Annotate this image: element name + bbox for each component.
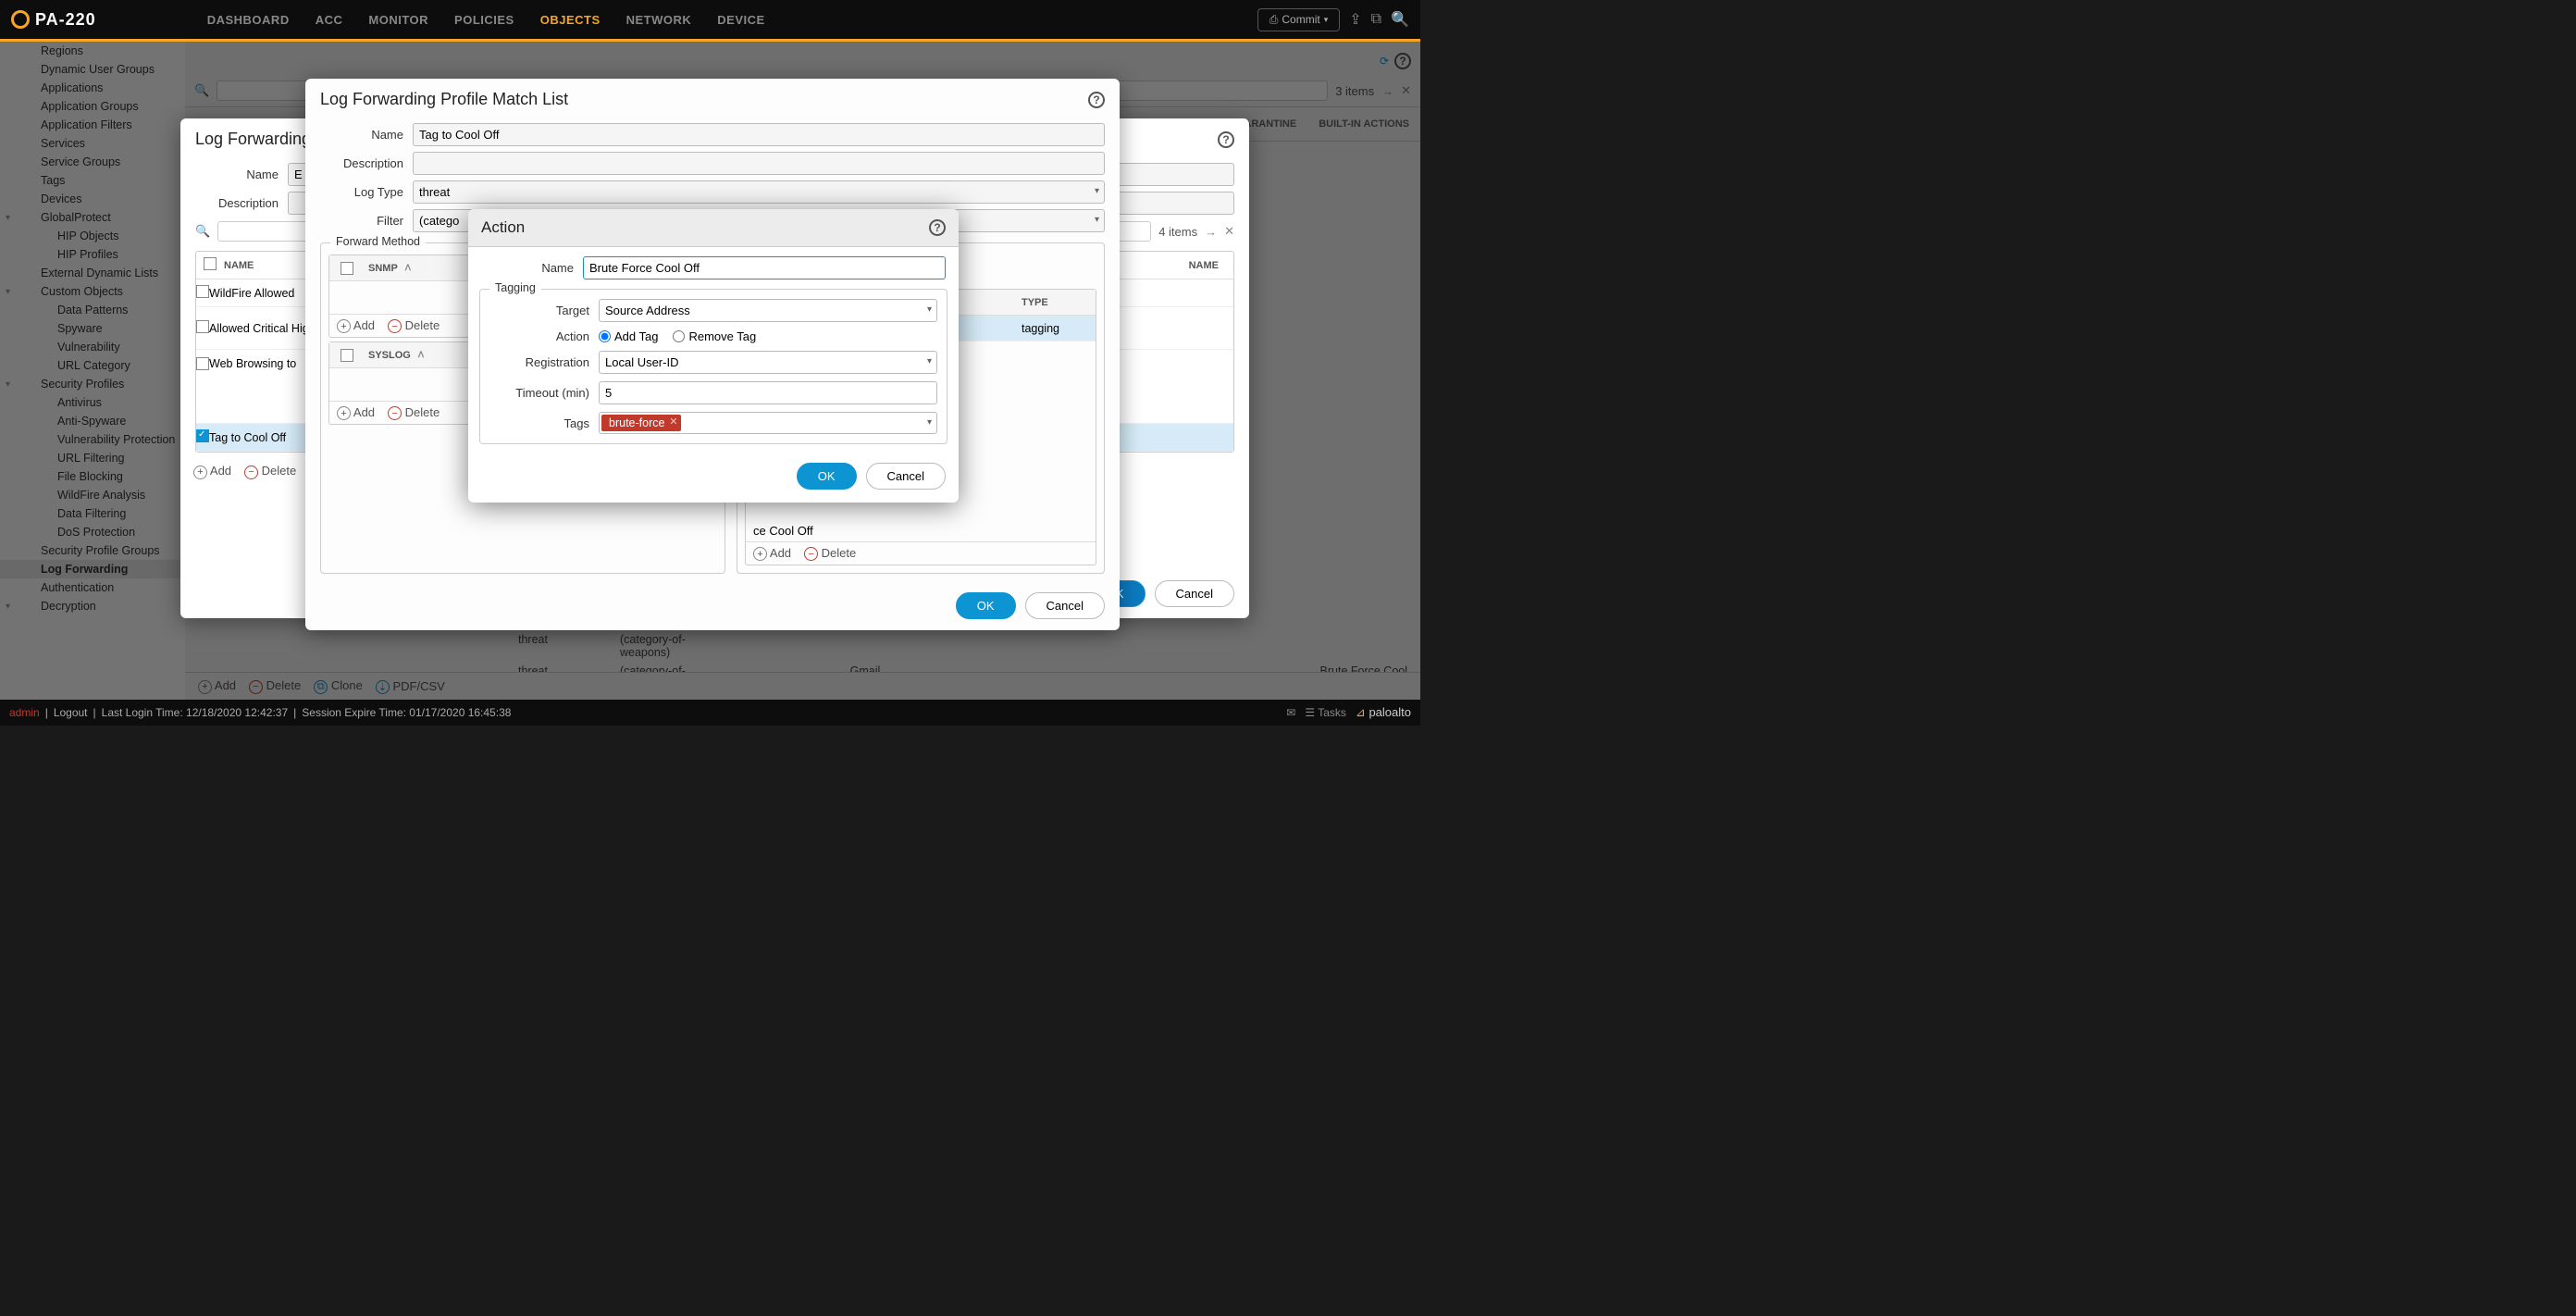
tab-device[interactable]: DEVICE — [717, 13, 764, 27]
input-name[interactable] — [413, 123, 1105, 146]
cancel-button[interactable]: Cancel — [1155, 580, 1234, 607]
ok-button[interactable]: OK — [956, 592, 1016, 619]
tab-acc[interactable]: ACC — [316, 13, 343, 27]
label-target: Target — [489, 304, 589, 317]
delete-button[interactable]: − Delete — [388, 405, 440, 421]
row-name[interactable]: WildFire Allowed — [209, 287, 294, 300]
cancel-button[interactable]: Cancel — [866, 463, 946, 490]
delete-button[interactable]: − Delete — [244, 464, 296, 479]
dialog-action: Action ? Name Tagging Target Source Addr… — [468, 209, 959, 503]
input-tags[interactable]: brute-force✕ — [599, 412, 937, 434]
search-icon: 🔍 — [195, 224, 210, 239]
dialog-title: Log Forwarding Profile Match List — [320, 90, 568, 109]
label-logtype: Log Type — [320, 185, 403, 199]
col-snmp[interactable]: SNMP — [368, 263, 398, 274]
sort-icon[interactable]: ᐱ — [405, 263, 411, 273]
select-all-checkbox[interactable] — [341, 349, 353, 362]
select-logtype[interactable]: threat — [413, 180, 1105, 204]
next-icon[interactable]: → — [1205, 225, 1217, 239]
nav-tabs: DASHBOARD ACC MONITOR POLICIES OBJECTS N… — [207, 13, 765, 27]
commit-label: Commit — [1282, 13, 1319, 26]
top-nav: PA-220 DASHBOARD ACC MONITOR POLICIES OB… — [0, 0, 1420, 39]
items-count: 4 items — [1158, 225, 1197, 239]
paloalto-logo: ⊿ paloalto — [1356, 705, 1411, 720]
cell-bfco: ce Cool Off — [746, 520, 1096, 541]
dialog-title: Action — [481, 218, 525, 237]
export-icon[interactable]: ⇪ — [1349, 10, 1361, 29]
help-icon[interactable]: ? — [1088, 92, 1105, 108]
tab-network[interactable]: NETWORK — [626, 13, 692, 27]
dialog-title: Log Forwarding — [195, 130, 311, 149]
input-timeout[interactable] — [599, 381, 937, 404]
legend-tagging: Tagging — [489, 281, 541, 294]
delete-button[interactable]: − Delete — [388, 318, 440, 334]
label-description: Description — [320, 156, 403, 170]
messages-icon[interactable]: ✉ — [1286, 706, 1295, 719]
legend-forward-method: Forward Method — [330, 235, 426, 248]
label-name: Name — [481, 261, 574, 275]
tab-dashboard[interactable]: DASHBOARD — [207, 13, 290, 27]
sort-icon[interactable]: ᐱ — [418, 350, 424, 360]
select-all-checkbox[interactable] — [341, 262, 353, 275]
tab-monitor[interactable]: MONITOR — [368, 13, 428, 27]
ok-button[interactable]: OK — [797, 463, 857, 490]
help-icon[interactable]: ? — [929, 219, 946, 236]
footer-user: admin — [9, 706, 40, 719]
label-timeout: Timeout (min) — [489, 386, 589, 400]
row-name[interactable]: Web Browsing to — [209, 357, 296, 370]
search-icon[interactable]: 🔍 — [1391, 10, 1409, 29]
label-description: Description — [195, 196, 279, 210]
row-checkbox[interactable] — [196, 429, 209, 442]
label-name: Name — [195, 168, 279, 181]
radio-remove-tag[interactable]: Remove Tag — [673, 329, 756, 343]
col-actions[interactable]: NAME — [1189, 260, 1233, 271]
brand-logo: PA-220 — [11, 10, 96, 30]
label-tags: Tags — [489, 416, 589, 430]
col-syslog[interactable]: SYSLOG — [368, 350, 411, 361]
tab-objects[interactable]: OBJECTS — [540, 13, 601, 27]
label-name: Name — [320, 128, 403, 142]
label-registration: Registration — [489, 355, 589, 369]
select-all-checkbox[interactable] — [204, 257, 217, 270]
footer: admin | Logout | Last Login Time: 12/18/… — [0, 700, 1420, 726]
remove-tag-icon[interactable]: ✕ — [669, 416, 677, 428]
cell-type: tagging — [1022, 322, 1096, 335]
row-name[interactable]: Tag to Cool Off — [209, 431, 286, 444]
commit-icon: ⎙ — [1269, 13, 1279, 27]
add-button[interactable]: + Add — [193, 464, 231, 479]
settings-add-icon[interactable]: ⧉ — [1371, 11, 1381, 28]
add-button[interactable]: + Add — [337, 405, 375, 421]
tab-policies[interactable]: POLICIES — [454, 13, 514, 27]
commit-button[interactable]: ⎙ Commit ▾ — [1257, 8, 1340, 31]
row-checkbox[interactable] — [196, 285, 209, 298]
input-description[interactable] — [413, 152, 1105, 175]
label-filter: Filter — [320, 214, 403, 228]
label-action: Action — [489, 329, 589, 343]
add-button[interactable]: + Add — [337, 318, 375, 334]
radio-add-tag[interactable]: Add Tag — [599, 329, 658, 343]
brand-text: PA-220 — [35, 10, 96, 30]
delete-button[interactable]: − Delete — [804, 546, 856, 562]
input-action-name[interactable] — [583, 256, 946, 279]
close-icon[interactable]: ✕ — [1224, 224, 1234, 239]
select-registration[interactable]: Local User-ID — [599, 351, 937, 374]
tag-chip[interactable]: brute-force✕ — [601, 415, 681, 431]
brand-icon — [11, 10, 30, 29]
select-target[interactable]: Source Address — [599, 299, 937, 322]
footer-expire: Session Expire Time: 01/17/2020 16:45:38 — [302, 706, 511, 719]
cancel-button[interactable]: Cancel — [1025, 592, 1105, 619]
footer-logout[interactable]: Logout — [54, 706, 88, 719]
footer-last-login: Last Login Time: 12/18/2020 12:42:37 — [102, 706, 289, 719]
row-checkbox[interactable] — [196, 320, 209, 333]
help-icon[interactable]: ? — [1218, 131, 1234, 148]
chevron-down-icon: ▾ — [1324, 15, 1329, 25]
row-checkbox[interactable] — [196, 357, 209, 370]
col-name[interactable]: NAME — [224, 260, 254, 271]
tasks-icon[interactable]: ☰ Tasks — [1305, 706, 1346, 719]
col-type[interactable]: TYPE — [1022, 297, 1096, 308]
add-button[interactable]: + Add — [753, 546, 791, 562]
